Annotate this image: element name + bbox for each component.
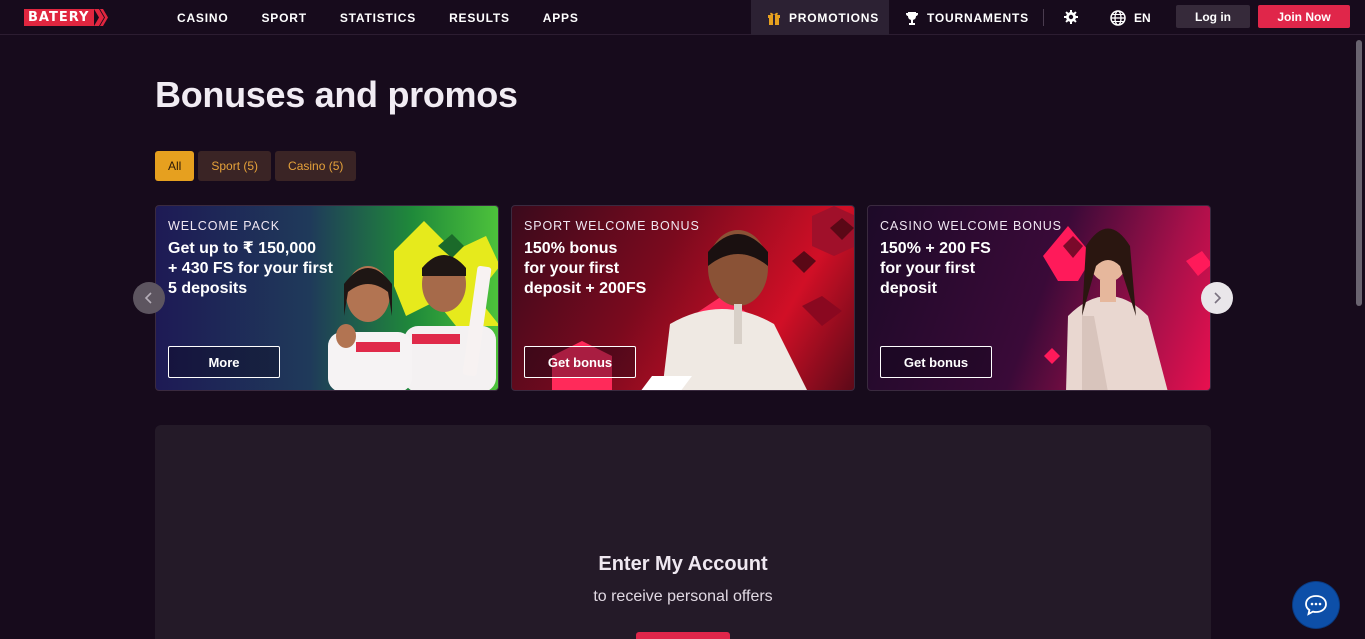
main-nav: CASINO SPORT STATISTICS RESULTS APPS [177, 0, 612, 35]
account-subtitle: to receive personal offers [593, 588, 773, 605]
card-text-line: deposit + 200FS [524, 280, 647, 297]
batery-logo[interactable]: BATERY [24, 9, 109, 26]
nav-casino[interactable]: CASINO [177, 11, 228, 25]
gift-icon [768, 12, 780, 25]
gear-icon[interactable] [1063, 9, 1079, 25]
join-now-button[interactable]: Join Now [1258, 5, 1350, 28]
account-panel: Enter My Account to receive personal off… [155, 425, 1211, 639]
card-kicker: SPORT WELCOME BONUS [524, 219, 700, 233]
card-description: Get up to ₹ 150,000 + 430 FS for your fi… [168, 239, 358, 299]
account-title: Enter My Account [598, 553, 768, 575]
tournaments-label: TOURNAMENTS [927, 10, 1029, 25]
logo-arrows-icon [94, 9, 109, 26]
card-kicker: WELCOME PACK [168, 219, 280, 233]
nav-results[interactable]: RESULTS [449, 11, 510, 25]
promotions-label: PROMOTIONS [789, 10, 880, 25]
filter-sport[interactable]: Sport (5) [198, 151, 272, 181]
promo-card-welcome-pack[interactable]: WELCOME PACK Get up to ₹ 150,000 + 430 F… [155, 205, 499, 391]
scrollbar-thumb[interactable] [1356, 40, 1362, 306]
enter-account-button[interactable] [636, 632, 730, 639]
promo-card-casino-bonus[interactable]: CASINO WELCOME BONUS 150% + 200 FS for y… [867, 205, 1211, 391]
card-text-line: Get up to ₹ 150,000 [168, 240, 317, 257]
login-button[interactable]: Log in [1176, 5, 1250, 28]
nav-promotions[interactable]: PROMOTIONS [751, 0, 889, 35]
filter-casino[interactable]: Casino (5) [275, 151, 357, 181]
chevron-right-icon [1214, 292, 1222, 304]
get-bonus-button[interactable]: Get bonus [880, 346, 992, 378]
nav-divider [1043, 9, 1044, 26]
globe-icon [1110, 9, 1126, 26]
chevron-left-icon [144, 292, 152, 304]
nav-sport[interactable]: SPORT [261, 11, 306, 25]
card-text-line: for your first [524, 260, 620, 277]
nav-apps[interactable]: APPS [543, 11, 579, 25]
card-kicker: CASINO WELCOME BONUS [880, 219, 1062, 233]
carousel-next-button[interactable] [1201, 282, 1233, 314]
language-selector[interactable]: EN [1110, 0, 1151, 35]
trophy-icon [906, 11, 918, 25]
card-text-line: 5 deposits [168, 280, 248, 297]
card-text-line: deposit [880, 280, 937, 297]
card-description: 150% + 200 FS for your first deposit [880, 239, 1070, 299]
chat-button[interactable] [1293, 582, 1339, 628]
card-text-line: + 430 FS for your first [168, 260, 333, 277]
get-bonus-button[interactable]: Get bonus [524, 346, 636, 378]
chat-bubble-icon [1305, 595, 1327, 616]
carousel-prev-button[interactable] [133, 282, 165, 314]
nav-statistics[interactable]: STATISTICS [340, 11, 416, 25]
card-text-line: for your first [880, 260, 976, 277]
logo-text: BATERY [24, 9, 95, 26]
promo-filters: All Sport (5) Casino (5) [155, 151, 360, 181]
card-description: 150% bonus for your first deposit + 200F… [524, 239, 714, 299]
card-text-line: 150% + 200 FS [880, 240, 991, 257]
promo-card-sport-bonus[interactable]: SPORT WELCOME BONUS 150% bonus for your … [511, 205, 855, 391]
more-button[interactable]: More [168, 346, 280, 378]
filter-all[interactable]: All [155, 151, 195, 181]
nav-tournaments[interactable]: TOURNAMENTS [905, 0, 1029, 35]
language-label: EN [1134, 10, 1151, 25]
top-navigation: BATERY CASINO SPORT STATISTICS RESULTS A… [0, 0, 1365, 35]
page-title: Bonuses and promos [155, 74, 518, 115]
card-text-line: 150% bonus [524, 240, 618, 257]
